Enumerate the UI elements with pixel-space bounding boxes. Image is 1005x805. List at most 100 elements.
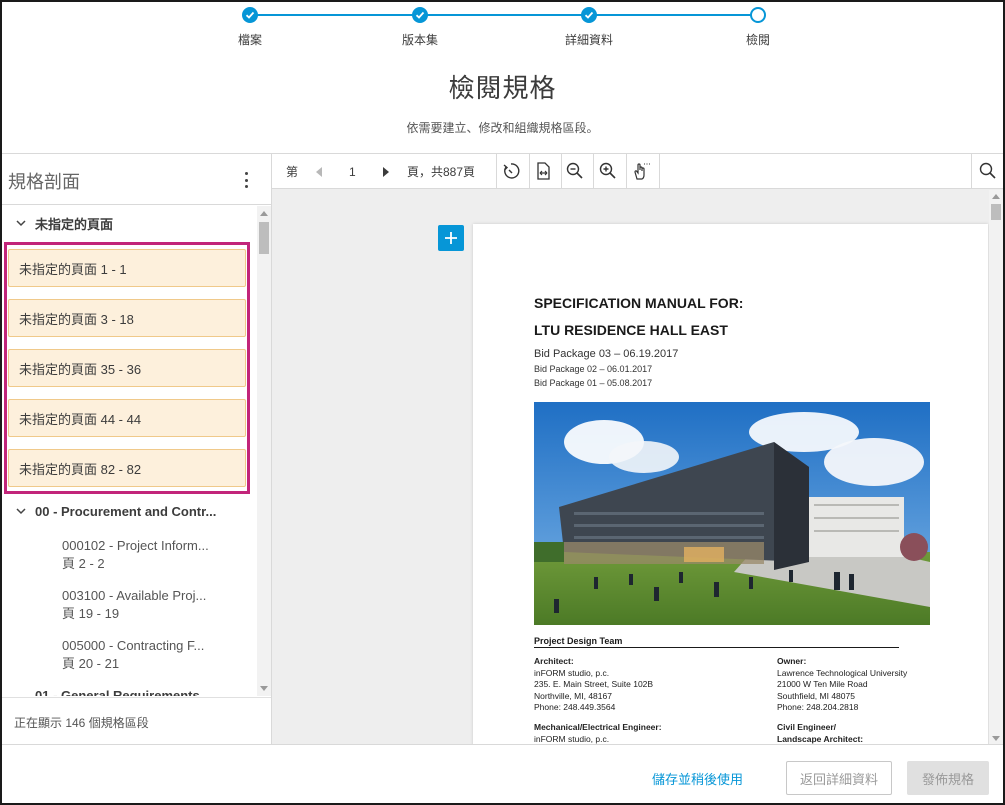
chevron-down-icon: [16, 508, 26, 515]
zoom-in-icon[interactable]: [598, 161, 618, 181]
step-review-current-icon: [750, 7, 766, 23]
chevron-down-icon: [16, 220, 26, 227]
doc-owner-block: Owner: Lawrence Technological University…: [777, 656, 907, 714]
sections-scrollbar[interactable]: [257, 206, 271, 696]
doc-role: Mechanical/Electrical Engineer:: [534, 722, 662, 732]
prev-page-icon[interactable]: [316, 154, 322, 189]
page-number-input[interactable]: 1: [349, 154, 356, 189]
rotate-icon[interactable]: [501, 161, 521, 181]
scroll-up-icon[interactable]: [260, 211, 268, 216]
doc-title-line2: LTU RESIDENCE HALL EAST: [534, 322, 728, 338]
fit-width-icon[interactable]: [533, 161, 553, 181]
doc-role: Civil Engineer/: [777, 722, 837, 732]
doc-role: Owner:: [777, 656, 807, 666]
app-frame: 檔案 版本集 詳細資料 檢閱 檢閱規格 依需要建立、修改和組織規格區段。 規格剖…: [0, 0, 1005, 805]
doc-line: inFORM studio, p.c.: [534, 667, 610, 678]
sections-count: 正在顯示 146 個規格區段: [14, 716, 149, 730]
doc-line: 21000 W Ten Mile Road: [777, 679, 868, 689]
zoom-out-icon[interactable]: [565, 161, 585, 181]
doc-bid-package-2: Bid Package 02 – 06.01.2017: [534, 364, 653, 374]
toolbar-divider: [529, 154, 530, 189]
group-label: 01 - General Requirements: [35, 688, 200, 696]
doc-line: Southfield, MI 48075: [777, 690, 855, 701]
section-name: 003100 - Available Proj...: [62, 588, 207, 603]
page-title: 檢閱規格: [448, 73, 557, 103]
step-versions-check-icon[interactable]: [412, 7, 428, 23]
scroll-thumb[interactable]: [991, 204, 1001, 220]
section-name: 000102 - Project Inform...: [62, 538, 209, 553]
spec-sections-panel: 規格剖面 未指定的頁面 未指定的頁面 1 - 1 未指定的頁面 3 - 18 未…: [2, 153, 272, 744]
toolbar-divider: [561, 154, 562, 189]
save-and-continue-later-button[interactable]: 儲存並稍後使用: [652, 769, 743, 788]
unassigned-page-card[interactable]: 未指定的頁面 35 - 36: [8, 349, 246, 387]
building-rendering-image: [534, 402, 930, 625]
panel-title: 規格剖面: [8, 172, 80, 192]
doc-line: Lawrence Technological University: [777, 667, 908, 678]
unassigned-page-card[interactable]: 未指定的頁面 1 - 1: [8, 249, 246, 287]
plus-icon: [445, 232, 457, 244]
doc-mep-block: Mechanical/Electrical Engineer: inFORM s…: [534, 722, 662, 745]
section-pages: 頁 19 - 19: [62, 606, 120, 621]
doc-bid-package-3: Bid Package 03 – 06.19.2017: [534, 348, 679, 360]
doc-line: Northville, MI, 48167: [534, 690, 612, 701]
step-details-check-icon[interactable]: [581, 7, 597, 23]
doc-role: Architect:: [534, 656, 574, 666]
doc-line: 235. E. Main Street, Suite 102B: [534, 679, 654, 689]
scroll-up-icon[interactable]: [992, 194, 1000, 199]
toolbar-divider: [971, 154, 972, 189]
section-item[interactable]: 003100 - Available Proj... 頁 19 - 19: [62, 587, 252, 623]
stepper-line: [250, 14, 758, 16]
group-unassigned-pages[interactable]: 未指定的頁面: [2, 206, 257, 240]
scroll-down-icon[interactable]: [992, 736, 1000, 741]
doc-line: Phone: 248.449.3564: [534, 702, 616, 712]
section-name: 005000 - Contracting F...: [62, 638, 205, 653]
document-canvas[interactable]: SPECIFICATION MANUAL FOR: LTU RESIDENCE …: [272, 190, 989, 745]
unassigned-page-card[interactable]: 未指定的頁面 3 - 18: [8, 299, 246, 337]
scroll-down-icon[interactable]: [260, 686, 268, 691]
toolbar-divider: [659, 154, 660, 189]
section-item[interactable]: 000102 - Project Inform... 頁 2 - 2: [62, 537, 252, 573]
section-pages: 頁 2 - 2: [62, 556, 105, 571]
page-prefix: 第: [286, 165, 299, 179]
doc-civil-block: Civil Engineer/ Landscape Architect:: [777, 722, 863, 745]
group-00-procurement[interactable]: 00 - Procurement and Contr...: [2, 494, 257, 528]
sections-list: 未指定的頁面 未指定的頁面 1 - 1 未指定的頁面 3 - 18 未指定的頁面…: [2, 206, 257, 696]
toolbar-divider: [626, 154, 627, 189]
progress-stepper: 檔案 版本集 詳細資料 檢閱: [2, 2, 1003, 62]
scroll-thumb[interactable]: [259, 222, 269, 254]
next-page-icon[interactable]: [383, 154, 389, 189]
page-total: 頁，共887頁: [407, 165, 476, 179]
add-section-button[interactable]: [438, 225, 464, 251]
doc-architect-block: Architect: inFORM studio, p.c. 235. E. M…: [534, 656, 653, 714]
doc-title-line1: SPECIFICATION MANUAL FOR:: [534, 295, 744, 311]
step-files-check-icon[interactable]: [242, 7, 258, 23]
step-label-versions: 版本集: [401, 33, 438, 47]
doc-team-heading: Project Design Team: [534, 636, 899, 648]
toolbar-divider: [496, 154, 497, 189]
viewer-toolbar: 第 1 頁，共887頁: [272, 154, 1003, 189]
section-item[interactable]: 005000 - Contracting F... 頁 20 - 21: [62, 637, 252, 673]
more-options-icon[interactable]: [240, 170, 252, 190]
panel-header: 規格剖面: [2, 154, 271, 205]
unassigned-page-card[interactable]: 未指定的頁面 82 - 82: [8, 449, 246, 487]
page-subtitle: 依需要建立、修改和組織規格區段。: [406, 121, 599, 135]
group-label: 未指定的頁面: [35, 216, 114, 232]
doc-line: Phone: 248.204.2818: [777, 702, 859, 712]
document-viewer: 第 1 頁，共887頁 SPECIFICATION MANUAL FOR: LT…: [272, 153, 1003, 745]
doc-bid-package-1: Bid Package 01 – 05.08.2017: [534, 378, 653, 388]
publish-spec-button[interactable]: 發佈規格: [907, 761, 989, 795]
document-page: SPECIFICATION MANUAL FOR: LTU RESIDENCE …: [473, 224, 988, 745]
back-to-details-button[interactable]: 返回詳細資料: [786, 761, 892, 795]
section-pages: 頁 20 - 21: [62, 656, 120, 671]
search-icon[interactable]: [978, 161, 998, 181]
viewer-scrollbar[interactable]: [989, 190, 1003, 745]
group-01-partial[interactable]: 01 - General Requirements: [2, 684, 257, 696]
step-label-details: 詳細資料: [564, 33, 613, 47]
sections-count-footer: 正在顯示 146 個規格區段: [2, 697, 271, 745]
group-label: 00 - Procurement and Contr...: [35, 503, 217, 519]
footer-actions: 儲存並稍後使用 返回詳細資料 發佈規格: [2, 744, 1003, 803]
toolbar-divider: [593, 154, 594, 189]
unassigned-page-card[interactable]: 未指定的頁面 44 - 44: [8, 399, 246, 437]
pan-hand-icon[interactable]: [631, 161, 651, 181]
step-label-review: 檢閱: [745, 33, 770, 47]
